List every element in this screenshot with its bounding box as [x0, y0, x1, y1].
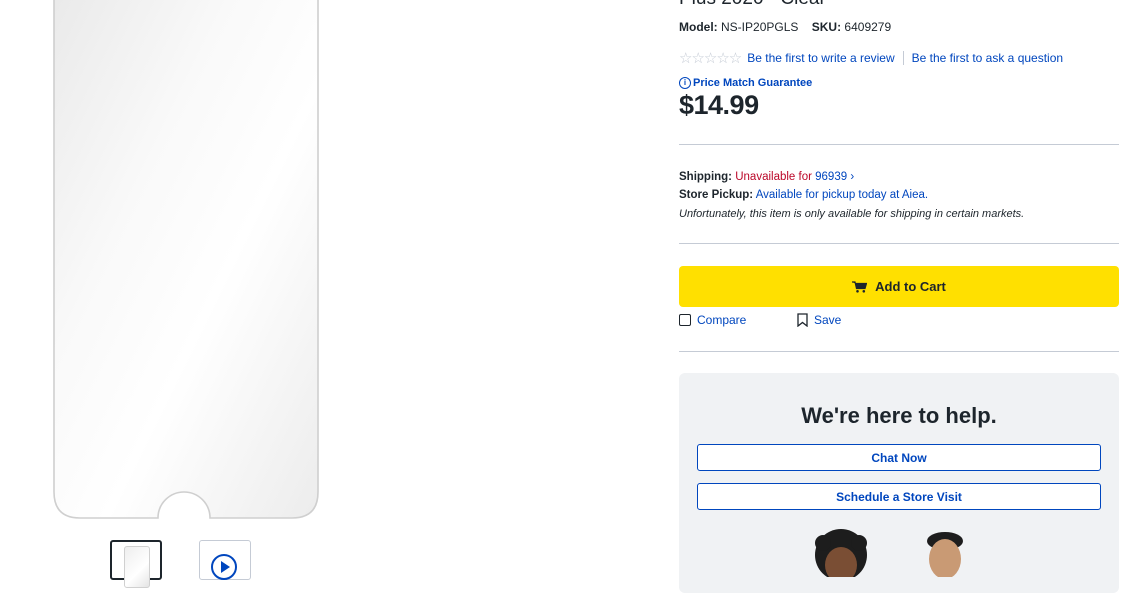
schedule-visit-button[interactable]: Schedule a Store Visit [697, 483, 1101, 510]
pickup-store-link[interactable]: Available for pickup today at Aiea. [756, 189, 928, 201]
add-to-cart-label: Add to Cart [875, 279, 946, 294]
add-to-cart-button[interactable]: Add to Cart [679, 266, 1119, 307]
chat-now-button[interactable]: Chat Now [697, 444, 1101, 471]
info-icon: i [679, 77, 691, 89]
help-title: We're here to help. [801, 403, 997, 428]
cart-icon [852, 280, 868, 293]
divider [679, 243, 1119, 244]
model-value: NS-IP20PGLS [721, 20, 799, 34]
compare-label: Compare [697, 313, 747, 327]
price-match-label: Price Match Guarantee [693, 77, 813, 89]
model-sku-line: Model: NS-IP20PGLS SKU: 6409279 [679, 20, 891, 34]
shipping-status: Unavailable for [735, 171, 812, 183]
star-icon: ☆☆☆☆☆ [679, 50, 742, 67]
zip-link[interactable]: 96939 › [815, 171, 854, 183]
sku-value: 6409279 [844, 20, 892, 34]
price: $14.99 [679, 90, 759, 120]
save-button[interactable]: Save [797, 313, 841, 327]
pickup-label: Store Pickup: [679, 189, 754, 201]
shipping-line: Shipping: Unavailable for 96939 › [679, 171, 854, 183]
play-icon [211, 554, 237, 580]
checkbox-icon [679, 314, 691, 326]
pickup-line: Store Pickup: Available for pickup today… [679, 189, 928, 201]
bookmark-icon [797, 313, 808, 327]
availability-note: Unfortunately, this item is only availab… [679, 208, 1025, 220]
divider [679, 144, 1119, 145]
model-label: Model: [679, 20, 718, 34]
price-match-link[interactable]: i Price Match Guarantee [679, 77, 812, 89]
save-label: Save [814, 313, 842, 327]
write-review-link[interactable]: Be the first to write a review [747, 51, 894, 65]
thumbnail-image[interactable] [110, 540, 162, 588]
divider [679, 351, 1119, 352]
product-image[interactable] [52, 0, 320, 520]
shipping-label: Shipping: [679, 171, 733, 183]
review-line: ☆☆☆☆☆ Be the first to write a review Be … [679, 49, 1063, 67]
product-title: Plus 2020 - Clear [679, 0, 826, 10]
compare-checkbox[interactable]: Compare [679, 313, 746, 327]
ask-question-link[interactable]: Be the first to ask a question [912, 51, 1063, 65]
sku-label: SKU: [811, 20, 842, 34]
divider [902, 51, 904, 65]
thumbnail-video[interactable] [199, 540, 251, 580]
help-card: We're here to help. Chat Now Schedule a … [679, 373, 1119, 593]
